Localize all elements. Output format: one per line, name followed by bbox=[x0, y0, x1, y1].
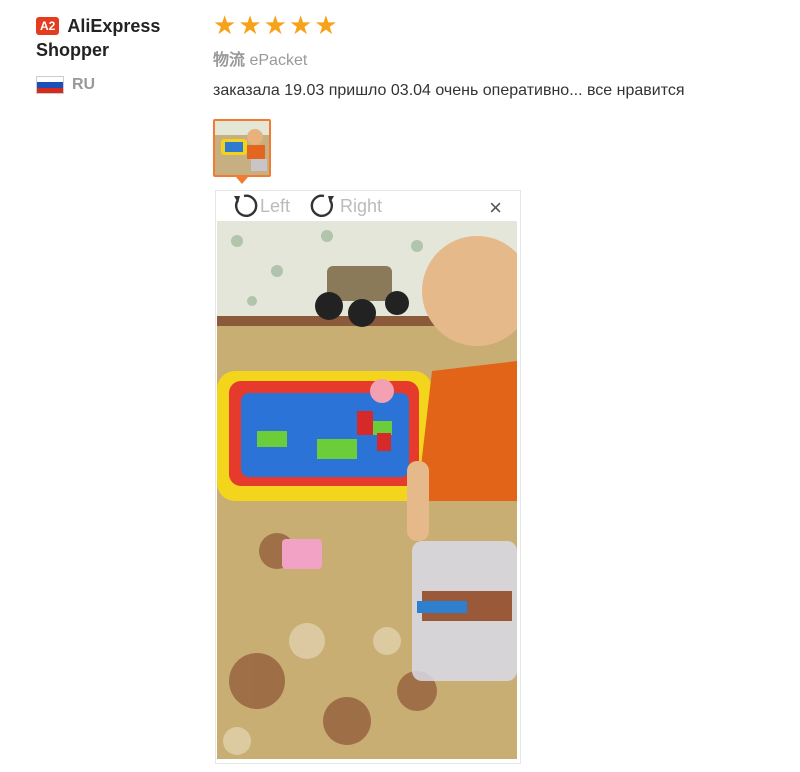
rotate-right-button[interactable]: Right bbox=[310, 192, 382, 220]
logistics-info: 物流 ePacket bbox=[213, 46, 793, 70]
logistics-value: ePacket bbox=[249, 52, 308, 69]
reviewer-name-2: Shopper bbox=[36, 40, 110, 60]
rotate-right-label: Right bbox=[340, 195, 383, 216]
level-badge: A2 bbox=[36, 17, 60, 35]
country-code: RU bbox=[72, 76, 96, 93]
rotate-left-label: Left bbox=[260, 195, 291, 216]
photo-thumbnail-image bbox=[215, 121, 269, 175]
viewer-toolbar: Left Right × bbox=[216, 191, 520, 221]
review-photo-image bbox=[217, 221, 517, 759]
reviewer-name: AliExpress bbox=[67, 16, 161, 36]
russia-flag-icon bbox=[36, 76, 64, 94]
review: ★ ★ ★ ★ ★ 物流 ePacket заказала 19.03 приш… bbox=[213, 12, 793, 764]
rating-stars: ★ ★ ★ ★ ★ bbox=[213, 12, 793, 38]
review-text: заказала 19.03 пришло 03.04 очень операт… bbox=[213, 82, 685, 99]
reviewer-name-line: A2 AliExpress bbox=[36, 14, 206, 38]
logistics-label: 物流 bbox=[213, 52, 246, 69]
rotate-left-icon bbox=[234, 194, 258, 217]
reviewer-info: A2 AliExpress Shopper RU bbox=[36, 14, 206, 94]
star-icon: ★ bbox=[263, 10, 287, 40]
star-icon: ★ bbox=[238, 10, 262, 40]
photo-thumbnail[interactable] bbox=[213, 119, 271, 177]
close-icon[interactable]: × bbox=[489, 197, 502, 219]
star-icon: ★ bbox=[314, 10, 338, 40]
review-photo[interactable] bbox=[217, 221, 517, 759]
thumbnail-pointer bbox=[236, 177, 248, 184]
rotate-right-icon bbox=[310, 194, 335, 217]
reviewer-country: RU bbox=[36, 76, 206, 94]
star-icon: ★ bbox=[288, 10, 313, 40]
star-icon: ★ bbox=[213, 10, 237, 40]
photo-viewer: Left Right × bbox=[215, 190, 521, 764]
rotate-left-button[interactable]: Left bbox=[230, 192, 290, 220]
